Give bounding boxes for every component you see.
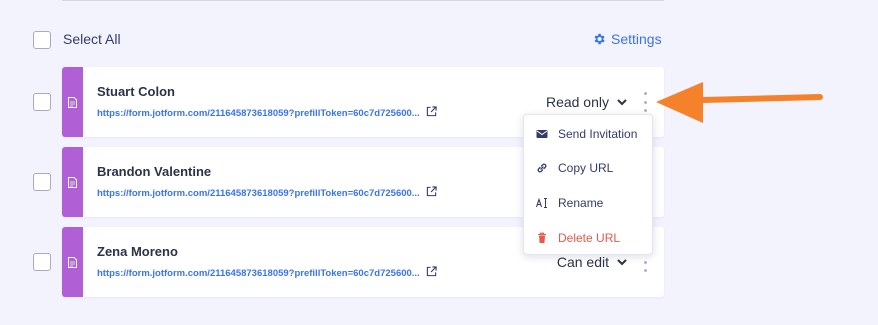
more-options-button[interactable] bbox=[644, 252, 648, 272]
external-link-icon[interactable] bbox=[426, 105, 437, 117]
row-options-menu: Send Invitation Copy URL Rename Delete U… bbox=[523, 114, 653, 255]
envelope-icon bbox=[536, 130, 548, 138]
prefill-url[interactable]: https://form.jotform.com/211645873618059… bbox=[97, 188, 420, 199]
user-name: Stuart Colon bbox=[97, 84, 175, 99]
settings-label: Settings bbox=[611, 31, 662, 47]
menu-item-label: Delete URL bbox=[558, 231, 621, 245]
link-icon bbox=[537, 163, 547, 173]
permission-dropdown[interactable]: Can edit bbox=[557, 254, 627, 270]
gear-icon bbox=[594, 33, 605, 45]
select-all-checkbox[interactable] bbox=[33, 31, 51, 49]
external-link-icon[interactable] bbox=[426, 265, 437, 277]
select-all-label: Select All bbox=[63, 31, 121, 47]
settings-link[interactable]: Settings bbox=[592, 31, 662, 47]
rename-icon bbox=[536, 197, 547, 208]
permission-label: Read only bbox=[545, 94, 609, 110]
form-strip bbox=[62, 67, 83, 137]
row-checkbox[interactable] bbox=[33, 93, 51, 111]
external-link-icon[interactable] bbox=[426, 185, 437, 197]
menu-item-label: Send Invitation bbox=[558, 127, 638, 141]
permission-label: Can edit bbox=[556, 254, 609, 270]
menu-item-label: Copy URL bbox=[558, 161, 614, 175]
menu-item-copy-url[interactable]: Copy URL bbox=[524, 153, 652, 183]
user-name: Brandon Valentine bbox=[97, 164, 212, 179]
prefill-url[interactable]: https://form.jotform.com/211645873618059… bbox=[97, 108, 420, 119]
annotation-arrow-icon bbox=[656, 82, 823, 123]
row-checkbox[interactable] bbox=[33, 173, 51, 191]
permission-dropdown[interactable]: Read only bbox=[546, 94, 627, 110]
menu-item-send-invitation[interactable]: Send Invitation bbox=[524, 119, 652, 149]
menu-item-delete-url[interactable]: Delete URL bbox=[524, 223, 652, 253]
document-icon bbox=[68, 256, 77, 268]
prefill-url[interactable]: https://form.jotform.com/211645873618059… bbox=[97, 268, 420, 279]
document-icon bbox=[68, 96, 77, 108]
row-checkbox[interactable] bbox=[33, 253, 51, 271]
document-icon bbox=[68, 176, 77, 188]
trash-icon bbox=[538, 232, 546, 243]
top-divider bbox=[62, 0, 664, 1]
menu-item-label: Rename bbox=[558, 196, 604, 210]
form-strip bbox=[62, 147, 83, 217]
menu-item-rename[interactable]: Rename bbox=[524, 188, 652, 218]
user-name: Zena Moreno bbox=[97, 244, 178, 259]
chevron-down-icon bbox=[617, 258, 627, 265]
chevron-down-icon bbox=[617, 98, 627, 105]
form-strip bbox=[62, 227, 83, 297]
